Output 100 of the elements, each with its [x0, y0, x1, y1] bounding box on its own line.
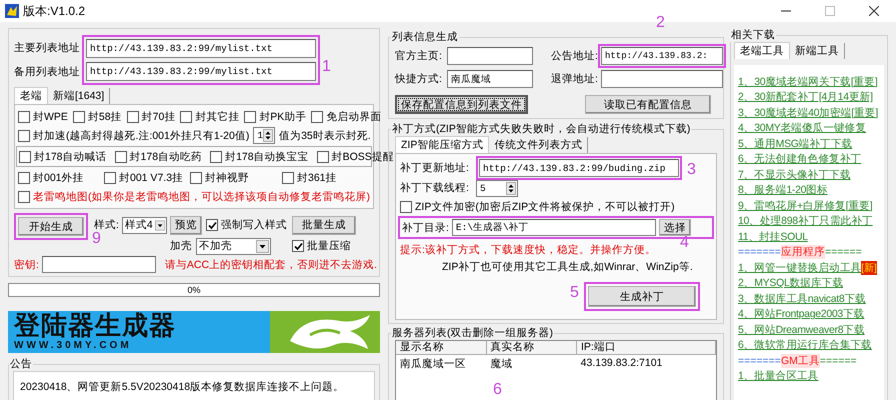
checkbox[interactable]: 老雷鸣地图(如果你是老雷鸣地图，可以选择该项自动修复老雷鸣花屏)	[18, 190, 370, 204]
field-label: 补丁目录:	[402, 220, 449, 234]
checkbox[interactable]: 封加速(越高封得越死.注:001外挂只有1-20值)	[18, 128, 250, 142]
download-link[interactable]: 4、网站Frontpage2003下载	[738, 307, 864, 322]
download-link[interactable]: 11、封挂SOUL	[738, 230, 808, 244]
spin-arrows-icon	[263, 129, 274, 142]
check-icon	[294, 242, 302, 250]
dropdown[interactable]: 不加壳	[196, 238, 271, 254]
button[interactable]: 预览	[170, 216, 202, 234]
note-text: ZIP补丁也可使用其它工具生成,如Winrar、WinZip等.	[441, 260, 694, 274]
annotation-number: 5	[570, 284, 579, 302]
download-link[interactable]: 4、30MY老端傻瓜一键修复	[738, 121, 866, 136]
button[interactable]: 开始生成	[18, 217, 84, 236]
field-label: 备用列表地址	[14, 65, 80, 79]
caret-icon	[154, 218, 165, 232]
input-field[interactable]: http://43.139.83.2:99/buding.zip	[479, 159, 679, 177]
checkbox[interactable]: 封178自动喊话	[19, 150, 107, 164]
notice-text: 20230418、网管更新5.5V20230418版本修复数据库连接不上问题。	[20, 380, 346, 394]
button[interactable]: 保存配置信息到列表文件	[395, 95, 528, 114]
checkbox[interactable]: 封001外挂	[18, 170, 104, 184]
checkbox[interactable]: 封神视野	[190, 170, 282, 184]
window-title: 版本:V1.0.2	[23, 2, 86, 20]
field-label: 密钥:	[14, 258, 39, 272]
option-note: 值为35时表示封死.	[279, 128, 371, 142]
download-link[interactable]: 3、30魔域老端40加密端[重要]	[738, 106, 878, 120]
dropdown[interactable]: 样式4	[122, 216, 167, 234]
checkbox[interactable]: 封178自动吃药	[114, 150, 202, 164]
field-label: 加壳	[170, 239, 192, 253]
input-field[interactable]	[42, 256, 156, 273]
spin-field[interactable]: 5	[476, 180, 518, 196]
annotation-number: 4	[680, 234, 689, 252]
column-header[interactable]: 真实名称	[486, 341, 577, 355]
download-link[interactable]: 6、无法创建角色修复补丁	[738, 152, 862, 166]
download-link[interactable]: 1、网管一键替换启动工具	[738, 260, 862, 275]
download-link[interactable]: 7、不显示头像补丁下载	[738, 168, 851, 182]
input-field[interactable]: 南瓜魔域	[447, 70, 533, 88]
group-title: 相关下载	[730, 28, 776, 42]
column-header[interactable]: 显示名称	[396, 341, 486, 355]
group-title: 列表信息生成	[391, 30, 459, 44]
button[interactable]: 生成补丁	[588, 286, 696, 307]
checkbox[interactable]: 强制写入样式	[206, 218, 292, 232]
tab[interactable]: ZIP智能压缩方式	[395, 136, 490, 153]
checkbox[interactable]: 封其它挂	[180, 110, 240, 124]
field-label: 快捷方式:	[395, 72, 443, 86]
warning-text: 请与ACC上的密钥相配套，否则进不去游戏.	[164, 258, 378, 272]
warning-text: 提示:该补丁方式，下载速度快，稳定。并操作方便。	[400, 243, 657, 257]
app-icon	[4, 3, 20, 19]
download-link[interactable]: 5、网站Dreamweaver8下载	[738, 322, 865, 337]
field-label: 官方主页:	[395, 49, 443, 63]
input-field[interactable]: http://43.139.83.2:99/mylist.txt	[86, 39, 316, 58]
checkbox[interactable]: 免启动界面	[311, 110, 382, 124]
progress-label: 0%	[187, 285, 200, 295]
checkbox[interactable]: 封178自动换宝宝	[210, 150, 309, 164]
column-header[interactable]: IP:端口	[577, 341, 716, 355]
group-title: 补丁方式(ZIP智能方式失败失败时，会自动进行传统模式下载)	[391, 122, 692, 136]
input-field[interactable]	[601, 70, 723, 88]
group-title: 公告	[9, 357, 33, 371]
download-link[interactable]: 10、处理898补丁只需此补丁	[738, 214, 873, 228]
tab[interactable]: 老端工具	[734, 42, 790, 59]
checkbox[interactable]: 封58挂	[72, 110, 122, 124]
download-link[interactable]: 2、MYSQL数据库下载	[738, 276, 843, 290]
download-link[interactable]: 8、服务端1-20图标	[738, 183, 828, 198]
download-link[interactable]: 1、批量合区工具	[738, 369, 818, 384]
button[interactable]: 选择	[658, 219, 691, 236]
maximize-icon	[825, 6, 835, 16]
field-label: 样式:	[94, 218, 119, 232]
download-link[interactable]: 9、雷鸣花屏+白屏修复[重要]	[738, 198, 872, 213]
checkbox[interactable]: 封PK助手	[244, 110, 306, 124]
annotation-number: 1	[322, 58, 331, 76]
download-link[interactable]: 6、微软常用运行库合集下载	[738, 338, 872, 352]
input-field[interactable]: E:\生成器\补丁	[452, 219, 656, 236]
input-field[interactable]: http://43.139.83.2:	[601, 47, 723, 65]
close-icon	[869, 6, 879, 16]
table-cell-text: 43.139.83.2:7101	[580, 356, 664, 371]
download-link[interactable]: 3、数据库工具navicat8下载	[738, 292, 866, 306]
download-link[interactable]: 2、30新配套补丁[4月14更新]	[738, 90, 873, 104]
new-badge: [新]	[861, 260, 877, 275]
checkbox[interactable]: 封WPE	[18, 110, 68, 124]
annotation-number: 3	[687, 161, 696, 179]
spin-field[interactable]: 1	[253, 127, 276, 144]
checkbox[interactable]: 封70挂	[126, 110, 176, 124]
caret-icon	[256, 240, 269, 252]
button[interactable]: 读取已有配置信息	[585, 95, 711, 114]
input-field[interactable]	[447, 47, 533, 65]
checkbox[interactable]: 封361挂	[282, 170, 368, 184]
table-cell-text: 魔域	[489, 357, 514, 372]
input-field[interactable]: http://43.139.83.2:99/mylist.txt	[86, 62, 316, 81]
button[interactable]: 批量生成	[292, 216, 356, 234]
annotation-number: 6	[493, 381, 502, 399]
download-link[interactable]: 1、30魔域老端网关下载[重要]	[738, 74, 878, 89]
annotation-number: 2	[656, 14, 665, 32]
annotation-number: 9	[92, 230, 101, 248]
checkbox[interactable]: 批量压缩	[292, 239, 372, 253]
download-link[interactable]: 5、通用MSG端补丁下载	[738, 136, 852, 151]
checkbox[interactable]: 封001 V7.3挂	[104, 170, 190, 184]
tab[interactable]: 老端	[14, 87, 48, 104]
field-label: 补丁更新地址:	[400, 161, 470, 175]
section-heading: =======GM工具======	[738, 353, 857, 368]
table-cell-text: 南瓜魔域一区	[399, 357, 467, 372]
checkbox[interactable]: ZIP文件加密(加密后ZIP文件将被保护，不可以被打开)	[400, 198, 675, 216]
